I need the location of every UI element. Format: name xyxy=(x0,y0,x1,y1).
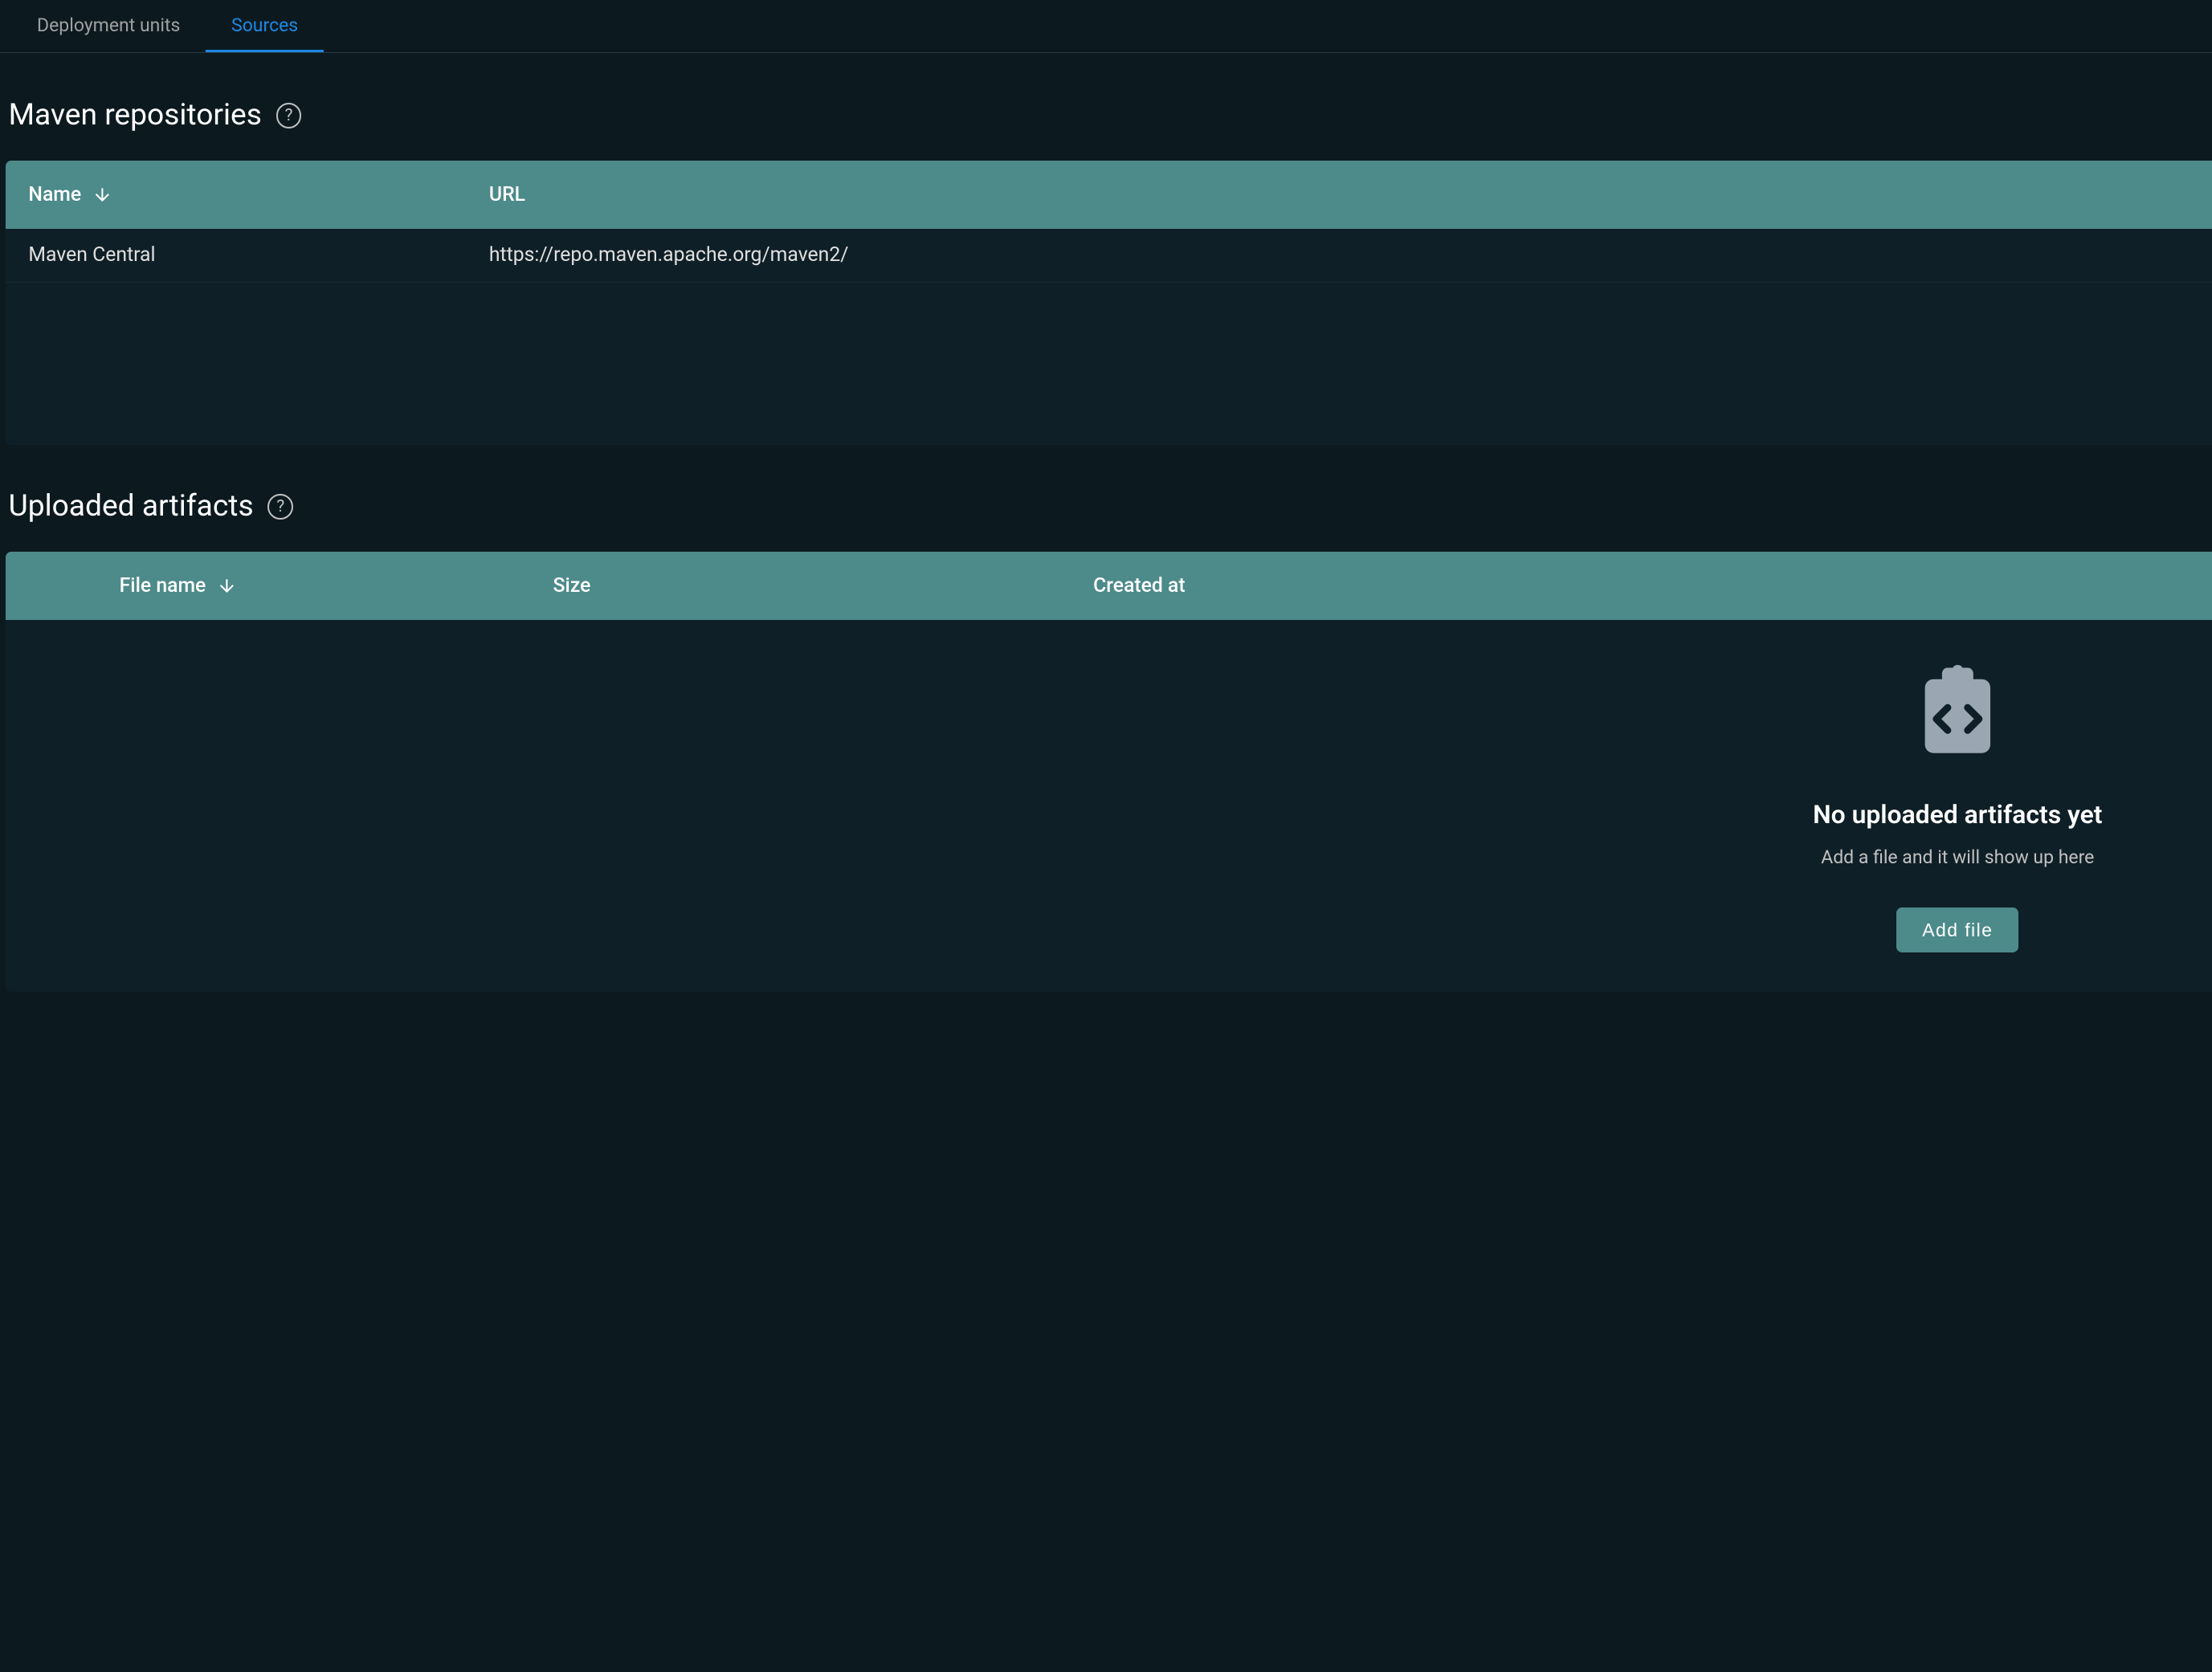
repositories-table: Name URL Maven Central https://repo.mave… xyxy=(6,161,2212,445)
empty-state-title: No uploaded artifacts yet xyxy=(1813,799,2102,830)
tabs-bar: Deployment units Sources xyxy=(0,0,2212,53)
table-row: Maven Central https://repo.maven.apache.… xyxy=(6,229,2212,283)
repositories-title: Maven repositories xyxy=(9,98,262,133)
column-header-size[interactable]: Size xyxy=(553,574,1094,597)
empty-add-file-button[interactable]: Add file xyxy=(1896,907,2018,952)
repo-url-cell: https://repo.maven.apache.org/maven2/ xyxy=(489,243,2212,267)
column-header-name[interactable]: Name xyxy=(28,183,488,206)
artifacts-table-header: File name Size Created at Dependents cou… xyxy=(6,552,2212,620)
tab-deployment-units[interactable]: Deployment units xyxy=(11,0,206,52)
column-header-dependents-count[interactable]: Dependents count xyxy=(1946,574,2212,597)
artifacts-section: Uploaded artifacts ? Add file File name … xyxy=(0,484,2212,992)
empty-state-description: Add a file and it will show up here xyxy=(1821,846,2094,868)
empty-state: No uploaded artifacts yet Add a file and… xyxy=(6,620,2212,993)
column-header-url[interactable]: URL xyxy=(489,183,2212,206)
tab-sources[interactable]: Sources xyxy=(206,0,324,52)
artifacts-header: Uploaded artifacts ? Add file xyxy=(6,484,2212,528)
clipboard-code-icon xyxy=(1916,665,1999,756)
artifacts-title: Uploaded artifacts xyxy=(9,489,254,524)
column-header-size-label: Size xyxy=(553,574,591,597)
help-icon[interactable]: ? xyxy=(276,103,302,128)
artifacts-table: File name Size Created at Dependents cou… xyxy=(6,552,2212,993)
column-header-url-label: URL xyxy=(489,183,525,206)
artifacts-title-wrap: Uploaded artifacts ? xyxy=(9,489,294,524)
repositories-title-wrap: Maven repositories ? xyxy=(9,98,302,133)
repositories-section: Maven repositories ? Add repository Name… xyxy=(0,93,2212,445)
column-header-created-label: Created at xyxy=(1093,574,1186,597)
repositories-table-header: Name URL xyxy=(6,161,2212,229)
sort-down-icon xyxy=(217,576,237,596)
sort-down-icon xyxy=(92,185,112,205)
repo-name-cell: Maven Central xyxy=(28,243,488,267)
column-header-created-at[interactable]: Created at xyxy=(1093,574,1946,597)
repositories-header: Maven repositories ? Add repository xyxy=(6,93,2212,137)
help-icon[interactable]: ? xyxy=(267,494,293,520)
column-header-name-label: Name xyxy=(28,183,81,206)
column-header-file-name[interactable]: File name xyxy=(34,574,553,597)
column-header-file-name-label: File name xyxy=(120,574,206,597)
